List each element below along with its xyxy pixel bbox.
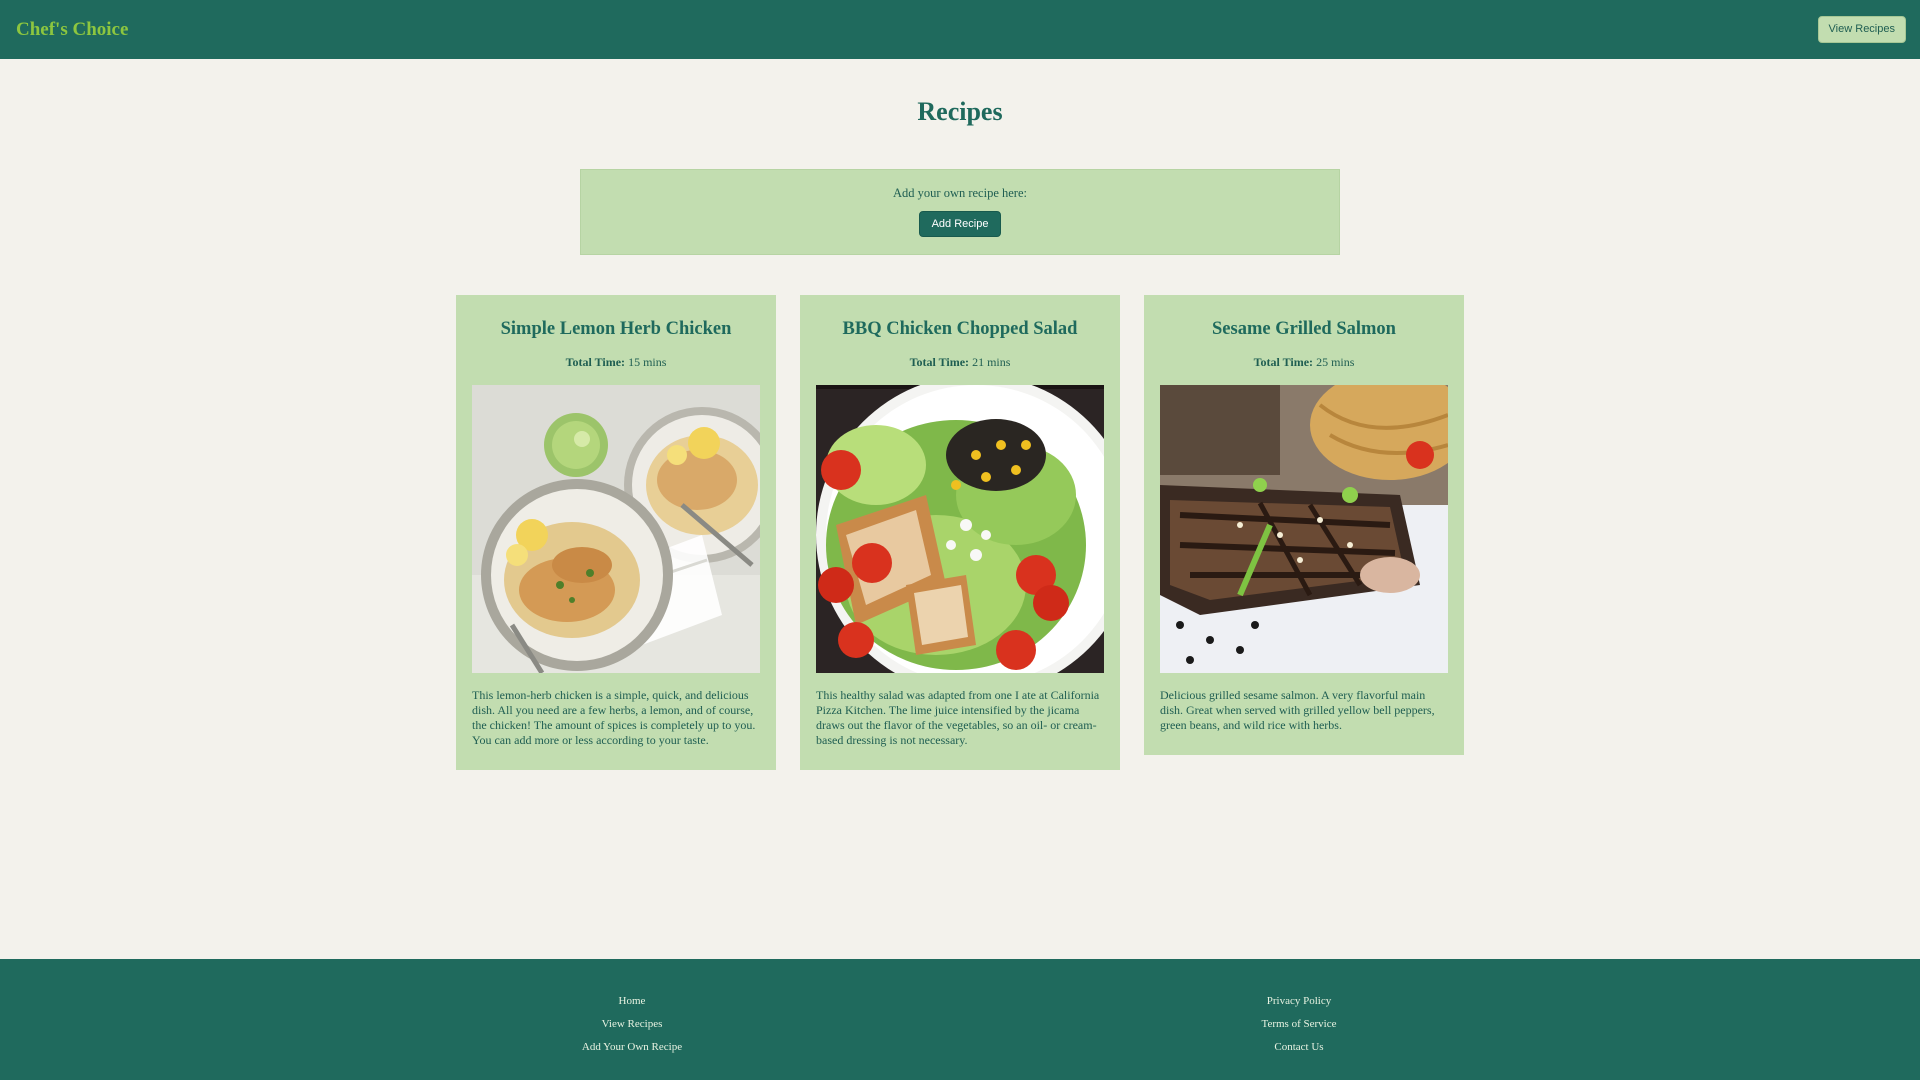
view-recipes-button[interactable]: View Recipes [1817, 16, 1906, 43]
footer-link-terms[interactable]: Terms of Service [1199, 1013, 1399, 1036]
bbq-chicken-salad-photo[interactable] [816, 385, 1104, 673]
recipe-card[interactable]: Sesame Grilled Salmon Total Time: 25 min… [1144, 295, 1464, 755]
add-recipe-panel: Add your own recipe here: Add Recipe [580, 169, 1340, 255]
total-time-label: Total Time: [909, 355, 970, 369]
total-time-value: 25 mins [1316, 355, 1355, 369]
recipe-total-time: Total Time: 21 mins [816, 355, 1104, 370]
page-title: Recipes [917, 97, 1003, 126]
footer-link-home[interactable]: Home [532, 990, 732, 1013]
site-footer: Home View Recipes Add Your Own Recipe Pr… [0, 959, 1920, 1080]
footer-link-privacy[interactable]: Privacy Policy [1199, 990, 1399, 1013]
recipe-title[interactable]: Simple Lemon Herb Chicken [472, 295, 760, 340]
total-time-label: Total Time: [1253, 355, 1314, 369]
recipe-total-time: Total Time: 15 mins [472, 355, 760, 370]
recipe-description: This lemon-herb chicken is a simple, qui… [472, 688, 756, 747]
sesame-grilled-salmon-photo[interactable] [1160, 385, 1448, 673]
site-header: Chef's Choice View Recipes [0, 0, 1920, 59]
total-time-value: 15 mins [628, 355, 667, 369]
recipe-title[interactable]: Sesame Grilled Salmon [1160, 295, 1448, 340]
recipe-title[interactable]: BBQ Chicken Chopped Salad [816, 295, 1104, 340]
footer-nav-right: Privacy Policy Terms of Service Contact … [1199, 990, 1399, 1059]
lemon-herb-chicken-photo[interactable] [472, 385, 760, 673]
recipe-description: Delicious grilled sesame salmon. A very … [1160, 688, 1435, 732]
total-time-label: Total Time: [565, 355, 626, 369]
footer-link-view-recipes[interactable]: View Recipes [532, 1013, 732, 1036]
add-recipe-prompt: Add your own recipe here: [893, 186, 1027, 200]
recipe-card[interactable]: BBQ Chicken Chopped Salad Total Time: 21… [800, 295, 1120, 770]
recipe-card[interactable]: Simple Lemon Herb Chicken Total Time: 15… [456, 295, 776, 770]
recipe-total-time: Total Time: 25 mins [1160, 355, 1448, 370]
footer-nav-left: Home View Recipes Add Your Own Recipe [532, 990, 732, 1059]
footer-link-contact[interactable]: Contact Us [1199, 1036, 1399, 1059]
site-brand[interactable]: Chef's Choice [16, 19, 128, 41]
total-time-value: 21 mins [972, 355, 1011, 369]
recipe-card-list: Simple Lemon Herb Chicken Total Time: 15… [456, 295, 1464, 770]
add-recipe-button[interactable]: Add Recipe [918, 211, 1002, 237]
footer-link-add-recipe[interactable]: Add Your Own Recipe [532, 1036, 732, 1059]
recipe-description: This healthy salad was adapted from one … [816, 688, 1100, 747]
